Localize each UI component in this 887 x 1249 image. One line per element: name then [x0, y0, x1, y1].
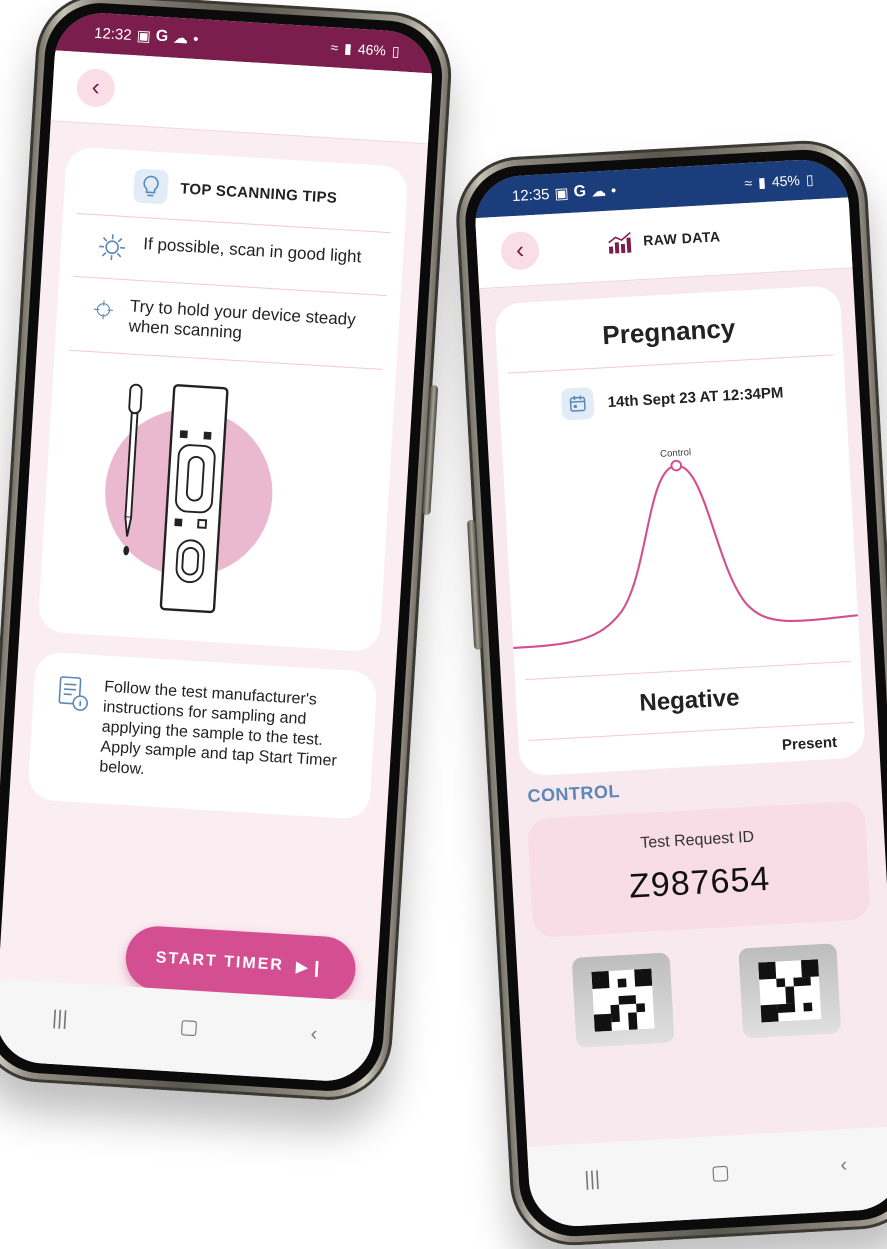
volume-button — [467, 520, 482, 650]
result-card: Pregnancy 14th Sept 23 AT 12:34PM Contro… — [494, 285, 866, 777]
control-peak-curve: Control — [501, 411, 860, 680]
back-nav-icon[interactable]: ‹ — [840, 1153, 848, 1176]
qr-code-icon — [591, 969, 654, 1032]
back-nav-icon[interactable]: ‹ — [310, 1022, 318, 1045]
image-icon: ▣ — [554, 184, 569, 203]
home-icon[interactable]: ▢ — [710, 1159, 730, 1185]
system-nav-bar: ||| ▢ ‹ — [527, 1126, 887, 1229]
carrier-badge: G — [155, 28, 169, 47]
cloud-icon: ☁ — [173, 29, 189, 48]
raw-data-graph: Control — [501, 411, 860, 680]
instructions-text: Follow the test manufacturer's instructi… — [99, 677, 353, 792]
carrier-badge: G — [573, 183, 586, 202]
recent-apps-icon[interactable]: ||| — [584, 1167, 601, 1191]
status-time: 12:32 — [94, 24, 133, 43]
wifi-icon: ≈ — [330, 39, 339, 55]
test-date: 14th Sept 23 AT 12:34PM — [607, 384, 784, 411]
test-request-label: Test Request ID — [528, 822, 866, 859]
document-info-icon — [57, 675, 91, 713]
home-icon[interactable]: ▢ — [179, 1013, 199, 1039]
left-screen: 12:32 ▣ G ☁ • ≈ ▮ 46% ▯ ‹ — [0, 10, 435, 1083]
gear-icon — [96, 231, 128, 263]
signal-icon: ▮ — [344, 40, 353, 57]
left-phone: 12:32 ▣ G ☁ • ≈ ▮ 46% ▯ ‹ — [0, 0, 455, 1104]
volume-button — [422, 385, 438, 515]
skip-forward-icon: ▶❙ — [295, 957, 326, 979]
image-icon: ▣ — [136, 26, 151, 45]
battery-icon: ▯ — [391, 42, 400, 59]
bar-chart-icon — [606, 231, 633, 254]
test-request-id: Z987654 — [530, 854, 870, 912]
right-screen: 12:35 ▣ G ☁ • ≈ ▮ 45% ▯ ‹ — [473, 157, 887, 1228]
qr-code-icon — [758, 959, 821, 1022]
dot-icon: • — [193, 30, 199, 47]
test-illustration — [39, 364, 396, 634]
status-time: 12:35 — [512, 186, 550, 205]
tips-heading-text: TOP SCANNING TIPS — [180, 180, 338, 207]
battery-level: 46% — [357, 41, 386, 59]
battery-icon: ▯ — [805, 171, 814, 188]
start-timer-label: START TIMER — [155, 949, 284, 975]
scanning-tips-card: TOP SCANNING TIPS If possible, scan in g… — [38, 146, 409, 652]
signal-icon: ▮ — [758, 173, 767, 190]
cloud-icon: ☁ — [591, 182, 607, 201]
qr-code-image[interactable] — [571, 953, 674, 1048]
tip-text: If possible, scan in good light — [143, 234, 362, 268]
test-cassette-illustration — [39, 364, 396, 634]
back-button[interactable]: ‹ — [76, 68, 116, 108]
qr-image-strip — [537, 941, 876, 1050]
page-title: RAW DATA — [476, 219, 851, 262]
calendar-icon — [561, 387, 595, 421]
right-phone: 12:35 ▣ G ☁ • ≈ ▮ 45% ▯ ‹ — [453, 137, 887, 1248]
dot-icon: • — [611, 182, 617, 199]
instructions-card: Follow the test manufacturer's instructi… — [27, 651, 377, 820]
chevron-left-icon: ‹ — [91, 74, 101, 102]
recent-apps-icon[interactable]: ||| — [51, 1007, 68, 1031]
qr-code-image[interactable] — [738, 943, 841, 1038]
tip-text: Try to hold your device steady when scan… — [128, 296, 364, 351]
page-title-text: RAW DATA — [643, 228, 721, 248]
lightbulb-icon — [133, 168, 169, 204]
peak-label: Control — [660, 447, 692, 460]
battery-level: 45% — [771, 172, 800, 190]
test-request-box: Test Request ID Z987654 — [527, 800, 871, 938]
crosshair-icon — [92, 294, 114, 325]
wifi-icon: ≈ — [744, 175, 753, 191]
